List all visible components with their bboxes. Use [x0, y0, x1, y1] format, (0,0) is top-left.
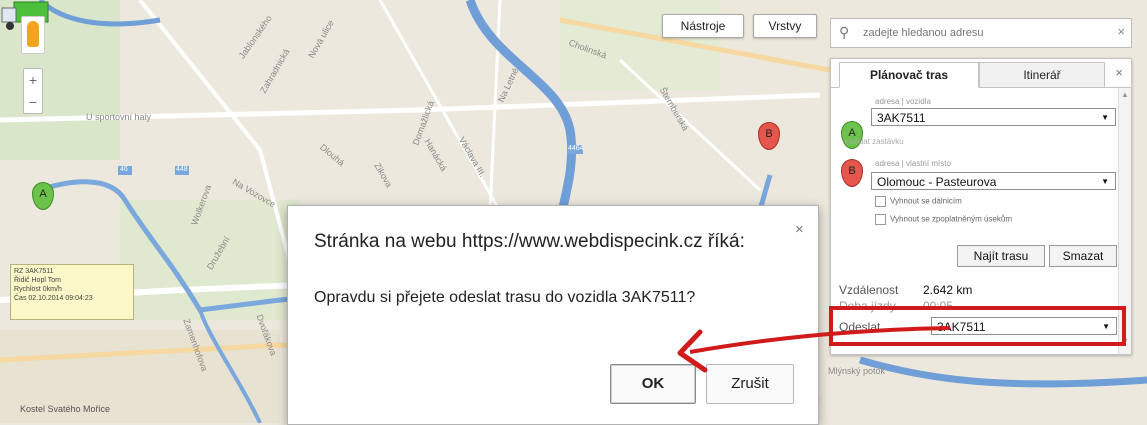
find-route-button[interactable]: Najít trasu — [957, 245, 1045, 267]
layers-button[interactable]: Vrstvy — [753, 14, 817, 38]
highlight-box — [829, 306, 1126, 346]
pegman-icon[interactable] — [21, 16, 45, 54]
end-caption: adresa | vlastní místo — [875, 159, 951, 168]
street-label: Mlýnský potok — [828, 366, 886, 376]
end-marker-icon: B — [841, 159, 863, 187]
road-badge: 448 — [176, 166, 188, 173]
dialog-close-icon[interactable]: × — [795, 221, 804, 238]
start-select[interactable]: 3AK7511 ▼ — [871, 108, 1116, 126]
scroll-up-icon[interactable]: ▲ — [1121, 90, 1129, 99]
avoid-highways-checkbox[interactable]: Vyhnout se dálnicím — [875, 196, 962, 207]
ok-button[interactable]: OK — [610, 364, 696, 404]
chevron-down-icon: ▼ — [1101, 177, 1109, 186]
confirm-dialog: Stránka na webu https://www.webdispecink… — [287, 205, 819, 425]
panel-close-icon[interactable]: × — [1115, 65, 1123, 80]
road-badge: 46 — [120, 166, 128, 173]
delete-button[interactable]: Smazat — [1049, 245, 1117, 267]
chevron-down-icon: ▼ — [1101, 113, 1109, 122]
avoid-tolls-checkbox[interactable]: Vyhnout se zpoplatněným úsekům — [875, 214, 1012, 225]
dialog-message: Opravdu si přejete odeslat trasu do vozi… — [314, 289, 696, 306]
start-caption: adresa | vozidla — [875, 97, 931, 106]
zoom-out-button[interactable]: − — [24, 91, 42, 113]
distance-value: 2.642 km — [923, 283, 973, 297]
search-icon: ⚲ — [839, 24, 850, 40]
street-label: U sportovní haly — [86, 112, 152, 122]
dialog-title: Stránka na webu https://www.webdispecink… — [314, 231, 745, 252]
close-icon[interactable]: × — [1117, 24, 1125, 39]
road-badge: 4464 — [568, 145, 584, 152]
tab-itinerary[interactable]: Itinerář — [979, 62, 1105, 88]
add-stop-link[interactable]: + přidat zastávku — [843, 137, 904, 146]
vehicle-info-box: RZ 3AK7511 Řidič Hopl Tom Rychlost 0km/h… — [10, 264, 134, 320]
zoom-control: + − — [23, 68, 43, 114]
tab-route-planner[interactable]: Plánovač tras — [839, 62, 979, 88]
panel-tabs: Plánovač tras Itinerář × — [831, 59, 1131, 88]
tools-button[interactable]: Nástroje — [662, 14, 744, 38]
address-search: ⚲ × — [830, 18, 1132, 48]
end-select[interactable]: Olomouc - Pasteurova ▼ — [871, 172, 1116, 190]
cancel-button[interactable]: Zrušit — [706, 364, 794, 404]
zoom-in-button[interactable]: + — [24, 69, 42, 91]
street-label: Kostel Svatého Mořice — [20, 404, 111, 414]
search-input[interactable] — [861, 23, 1105, 43]
distance-label: Vzdálenost — [839, 283, 899, 297]
